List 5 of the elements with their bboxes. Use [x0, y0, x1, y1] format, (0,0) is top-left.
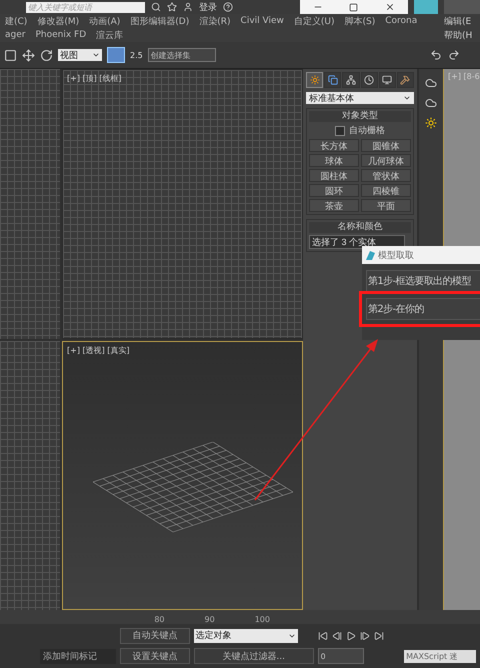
timeline-tick: 100 — [254, 615, 270, 624]
timeline-tick: 90 — [204, 615, 215, 624]
timeline-tick: 80 — [154, 615, 165, 624]
checkbox-label: 自动栅格 — [349, 124, 385, 137]
dialog-title: 模型取取 — [378, 250, 414, 262]
